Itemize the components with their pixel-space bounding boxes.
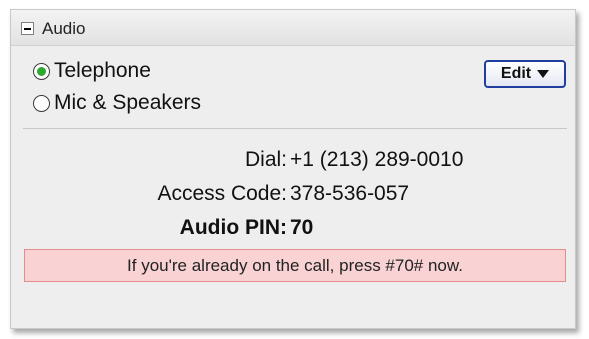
telephone-radio-option[interactable]: Telephone [33, 59, 151, 83]
divider [23, 128, 567, 129]
call-notice-text: If you're already on the call, press #70… [127, 255, 463, 275]
mic-speakers-radio-option[interactable]: Mic & Speakers [33, 91, 201, 115]
mic-speakers-radio-icon[interactable] [33, 94, 50, 112]
dial-label: Dial: [244, 148, 287, 171]
audio-panel-header: Audio [11, 10, 575, 46]
audio-panel: Audio Telephone Mic & Speakers Edit Dial… [10, 9, 576, 329]
access-code-label: Access Code: [157, 182, 287, 205]
audio-panel-title: Audio [42, 19, 86, 38]
minus-icon[interactable] [21, 22, 34, 35]
access-code-value: 378-536-057 [290, 182, 410, 205]
audio-pin-value: 70 [290, 216, 314, 239]
call-notice: If you're already on the call, press #70… [24, 249, 566, 282]
audio-pin-label: Audio PIN: [179, 216, 287, 239]
edit-button[interactable]: Edit [484, 60, 566, 88]
mic-speakers-radio-label[interactable]: Mic & Speakers [54, 91, 201, 115]
telephone-radio-icon[interactable] [33, 62, 50, 80]
telephone-radio-label[interactable]: Telephone [54, 59, 151, 83]
dial-value: +1 (213) 289-0010 [290, 148, 464, 171]
caret-down-icon [537, 70, 550, 78]
edit-button-label: Edit [500, 65, 532, 82]
